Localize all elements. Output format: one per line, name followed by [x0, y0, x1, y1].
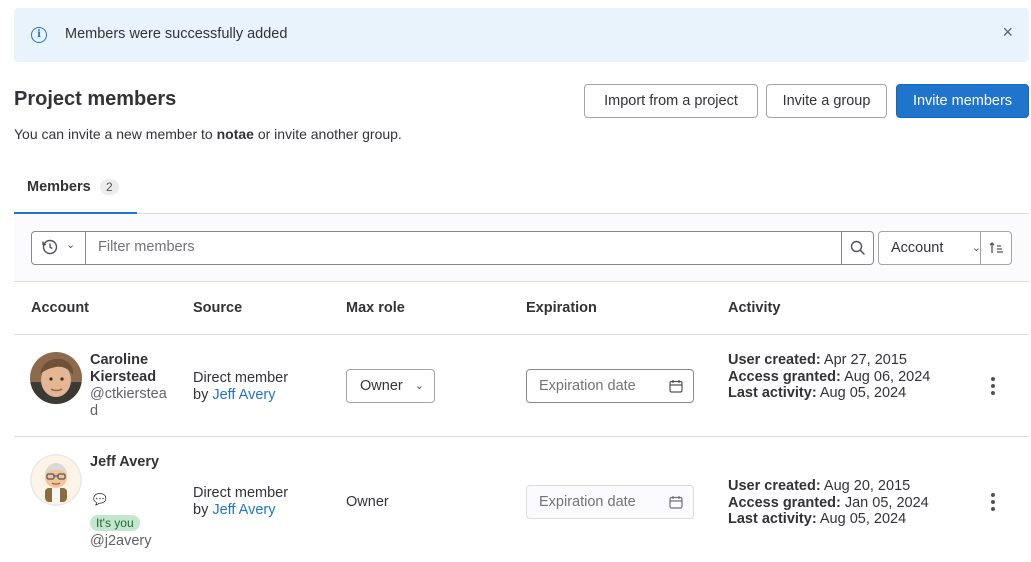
member-username: @ctkierstead: [90, 386, 167, 419]
expiration-date-input: Expiration date: [526, 485, 694, 519]
table-row: Caroline Kierstead @ctkierstead Direct m…: [14, 335, 1029, 437]
calendar-icon: [669, 496, 683, 509]
members-tabs: Members 2: [14, 172, 1029, 214]
sort-dropdown[interactable]: Account ⌄: [878, 231, 994, 265]
max-role-text: Owner: [346, 494, 389, 510]
avatar[interactable]: [30, 454, 82, 506]
import-from-project-button[interactable]: Import from a project: [584, 84, 758, 118]
recent-searches-button[interactable]: ⌄: [32, 232, 86, 264]
alert-message: Members were successfully added: [65, 26, 288, 42]
role-label: Owner: [360, 378, 403, 394]
success-alert: i Members were successfully added ×: [14, 8, 1029, 62]
count-badge: 2: [100, 179, 119, 195]
avatar[interactable]: [30, 352, 82, 404]
member-source: Direct member by Jeff Avery: [193, 485, 289, 518]
table-header: Account Source Max role Expiration Activ…: [14, 282, 1029, 335]
sort-direction-button[interactable]: [980, 231, 1012, 265]
search-button[interactable]: [841, 232, 873, 264]
more-actions-icon[interactable]: [989, 493, 997, 513]
member-username: @j2avery: [90, 533, 152, 549]
calendar-icon: [669, 380, 683, 393]
invite-members-button[interactable]: Invite members: [896, 84, 1029, 118]
filter-input[interactable]: Filter members: [98, 239, 195, 255]
table-row: Jeff Avery 💬 It's you @j2avery Direct me…: [14, 437, 1029, 562]
column-header-account: Account: [31, 300, 89, 316]
tab-members[interactable]: Members 2: [14, 172, 137, 214]
tab-label: Members: [27, 179, 91, 195]
max-role-dropdown[interactable]: Owner ⌄: [346, 369, 435, 403]
page-title: Project members: [14, 88, 177, 110]
close-icon[interactable]: ×: [1002, 22, 1013, 43]
filter-bar: ⌄ Filter members Account ⌄: [14, 214, 1029, 282]
sort-label: Account: [891, 240, 944, 256]
info-icon: i: [31, 27, 47, 43]
comment-icon: 💬: [93, 494, 107, 506]
source-user-link[interactable]: Jeff Avery: [212, 502, 275, 518]
invite-group-button[interactable]: Invite a group: [766, 84, 887, 118]
its-you-badge: It's you: [90, 515, 140, 531]
member-name[interactable]: Jeff Avery: [90, 454, 170, 471]
chevron-down-icon: ⌄: [414, 380, 424, 392]
column-header-source: Source: [193, 300, 243, 316]
member-activity: User created: Aug 20, 2015 Access grante…: [728, 478, 929, 527]
search-icon: [850, 240, 866, 256]
history-icon: [42, 239, 58, 255]
page-subtitle: You can invite a new member to notae or …: [14, 126, 402, 142]
column-header-expiration: Expiration: [526, 300, 597, 316]
sort-ascending-icon: [989, 242, 1003, 253]
column-header-max-role: Max role: [346, 300, 405, 316]
column-header-activity: Activity: [728, 300, 781, 316]
member-name[interactable]: Caroline Kierstead: [90, 352, 170, 386]
filter-search-box[interactable]: ⌄ Filter members: [31, 231, 874, 265]
chevron-down-icon: ⌄: [66, 239, 76, 251]
member-source: Direct member by Jeff Avery: [193, 370, 289, 403]
expiration-date-input[interactable]: Expiration date: [526, 369, 694, 403]
member-activity: User created: Apr 27, 2015 Access grante…: [728, 352, 931, 401]
project-name: notae: [216, 126, 254, 142]
more-actions-icon[interactable]: [989, 377, 997, 397]
source-user-link[interactable]: Jeff Avery: [212, 387, 275, 403]
